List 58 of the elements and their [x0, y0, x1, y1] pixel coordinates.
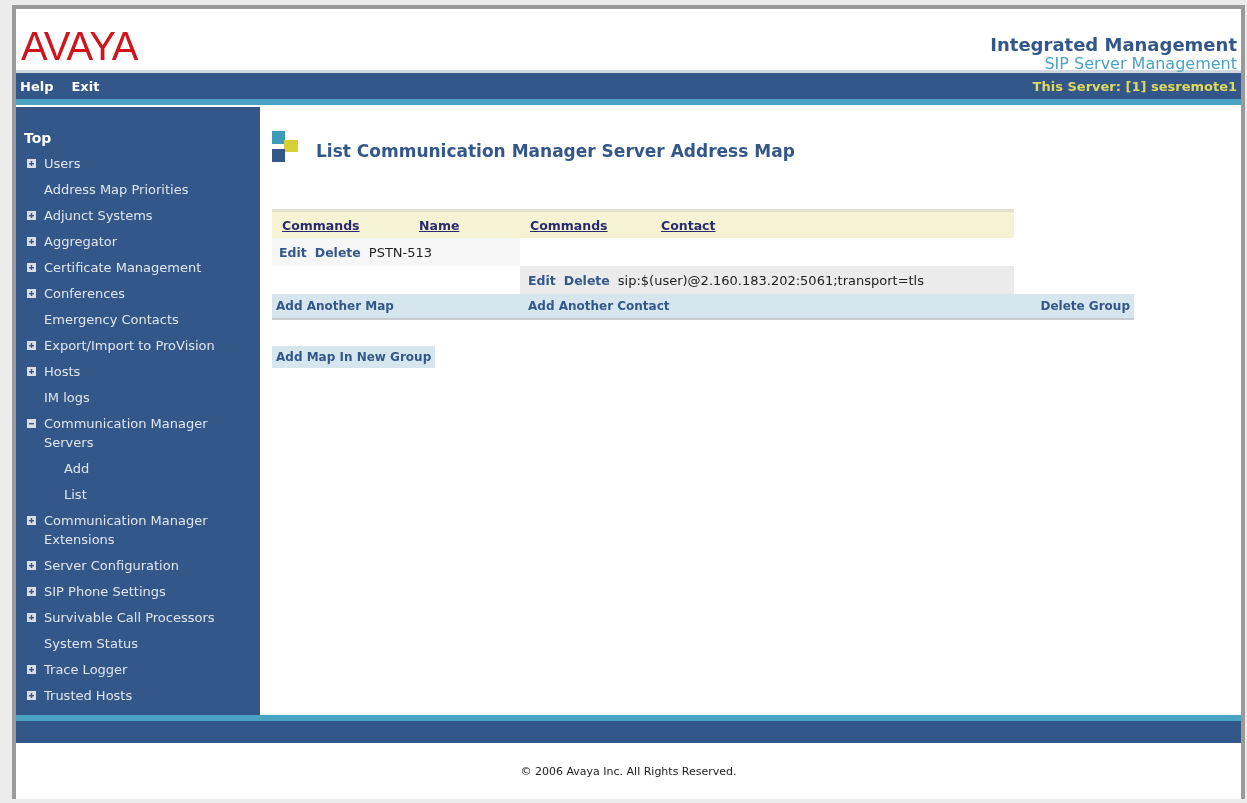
expand-icon[interactable]: [27, 665, 36, 674]
sidebar-title[interactable]: Top: [24, 129, 260, 147]
expand-icon[interactable]: [27, 237, 36, 246]
collapse-icon[interactable]: [27, 419, 36, 428]
sidebar-item[interactable]: Trace Logger: [44, 660, 128, 679]
add-group-button[interactable]: Add Map In New Group: [272, 346, 436, 368]
product-subtitle: SIP Server Management: [1044, 55, 1237, 73]
sidebar-item[interactable]: Survivable Call Processors: [44, 608, 215, 627]
logo: AVAYA: [21, 26, 138, 66]
page-title: List Communication Manager Server Address Map: [316, 140, 795, 163]
action-link[interactable]: Add Another Map: [276, 299, 528, 313]
column-header[interactable]: Commands: [530, 217, 661, 233]
expand-icon[interactable]: [27, 367, 36, 376]
sidebar-item[interactable]: Hosts: [44, 362, 81, 381]
expand-icon[interactable]: [27, 341, 36, 350]
column-header[interactable]: Name: [419, 217, 460, 233]
sidebar-subitem[interactable]: List: [64, 485, 87, 504]
sidebar-subitem[interactable]: Add: [64, 459, 90, 478]
copyright: © 2006 Avaya Inc. All Rights Reserved.: [520, 764, 737, 778]
command-link[interactable]: Delete: [314, 244, 361, 260]
sidebar-item[interactable]: Trusted Hosts: [44, 686, 133, 705]
contact-address: sip:$(user)@2.160.183.202:5061;transport=tls: [617, 272, 924, 288]
column-header[interactable]: Commands: [282, 217, 419, 233]
sidebar-item[interactable]: Emergency Contacts: [44, 310, 179, 329]
command-link[interactable]: Delete: [563, 272, 610, 288]
expand-icon[interactable]: [27, 289, 36, 298]
sidebar-item[interactable]: Communication Manager Servers: [44, 414, 258, 452]
menu-link[interactable]: Exit: [71, 78, 100, 94]
sidebar-item[interactable]: Address Map Priorities: [44, 180, 189, 199]
expand-icon[interactable]: [27, 263, 36, 272]
command-link[interactable]: Edit: [279, 244, 307, 260]
sidebar-item[interactable]: Export/Import to ProVision: [44, 336, 215, 355]
expand-icon[interactable]: [27, 159, 36, 168]
expand-icon[interactable]: [27, 516, 36, 525]
sidebar-item[interactable]: Certificate Management: [44, 258, 202, 277]
menu-link[interactable]: Help: [20, 78, 54, 94]
sidebar-item[interactable]: Communication Manager Extensions: [44, 511, 258, 549]
expand-icon[interactable]: [27, 211, 36, 220]
sidebar-item[interactable]: Server Configuration: [44, 556, 179, 575]
sidebar-item[interactable]: Conferences: [44, 284, 126, 303]
action-link[interactable]: Delete Group: [1040, 299, 1130, 313]
server-label: This Server: [1] sesremote1: [1032, 78, 1237, 94]
sidebar-item[interactable]: Aggregator: [44, 232, 118, 251]
action-link[interactable]: Add Another Contact: [528, 299, 1041, 313]
expand-icon[interactable]: [27, 691, 36, 700]
page-icon: [272, 131, 300, 163]
sidebar-item[interactable]: IM logs: [44, 388, 90, 407]
expand-icon[interactable]: [27, 561, 36, 570]
map-name: PSTN-513: [368, 244, 433, 260]
sidebar-item[interactable]: System Status: [44, 634, 139, 653]
expand-icon[interactable]: [27, 587, 36, 596]
expand-icon[interactable]: [27, 613, 36, 622]
sidebar-item[interactable]: Users: [44, 154, 81, 173]
command-link[interactable]: Edit: [528, 272, 556, 288]
product-title: Integrated Management: [990, 34, 1237, 55]
sidebar-item[interactable]: SIP Phone Settings: [44, 582, 166, 601]
sidebar-item[interactable]: Adjunct Systems: [44, 206, 153, 225]
column-header[interactable]: Contact: [661, 217, 716, 233]
